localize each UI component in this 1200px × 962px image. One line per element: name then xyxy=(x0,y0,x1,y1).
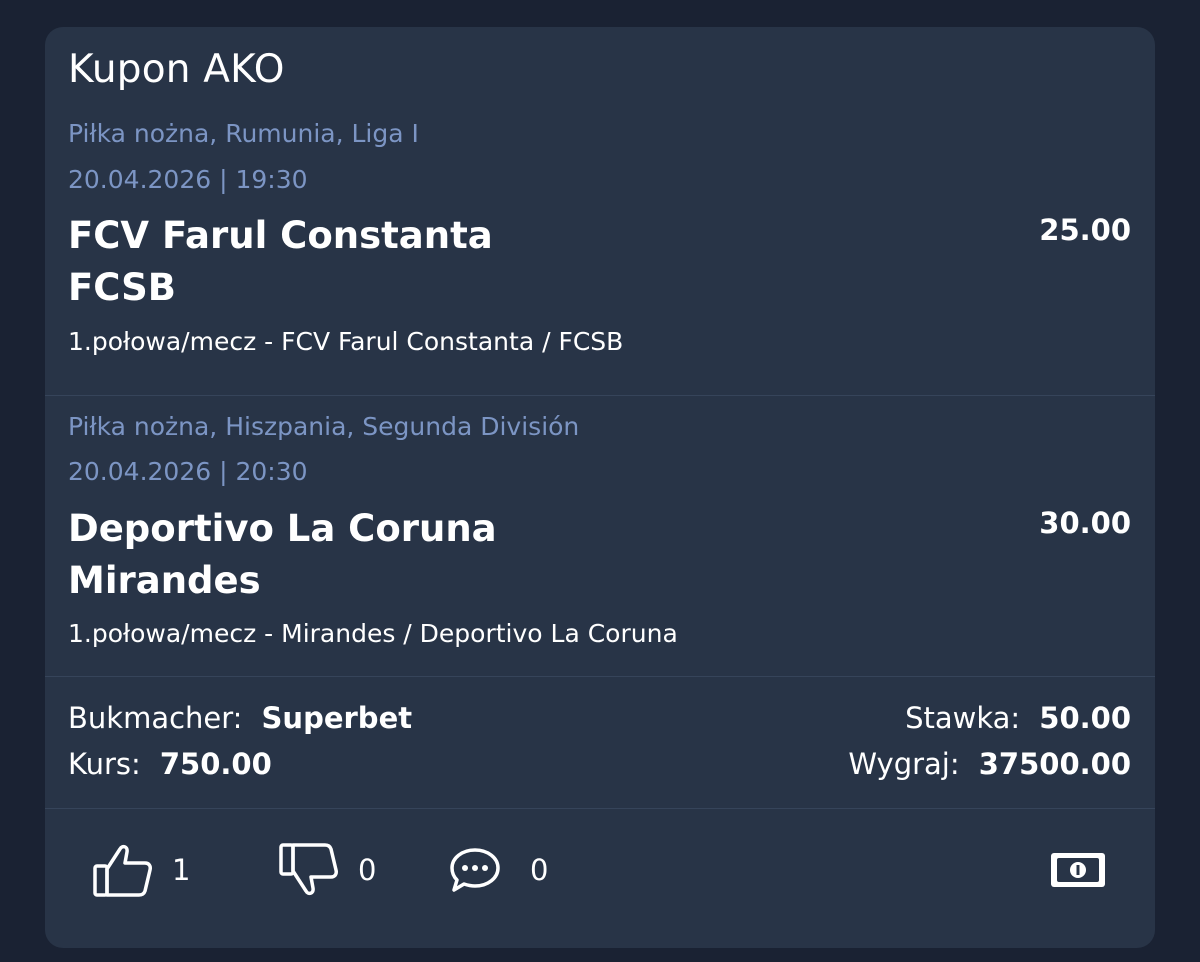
money-icon[interactable] xyxy=(1049,851,1107,889)
event-datetime: 20.04.2026 | 19:30 xyxy=(68,165,308,194)
dislike-button[interactable]: 0 xyxy=(278,835,376,905)
bookmaker-value: Superbet xyxy=(261,701,413,735)
event-teams: FCV Farul Constanta FCSB xyxy=(68,210,493,314)
comment-count: 0 xyxy=(530,853,549,887)
event-item[interactable]: Piłka nożna, Rumunia, Liga I 20.04.2026 … xyxy=(45,27,1155,395)
comment-icon[interactable] xyxy=(448,846,502,894)
bookmaker-label: Bukmacher: xyxy=(68,701,243,735)
total-odds-value: 750.00 xyxy=(159,747,272,781)
win-label: Wygraj: xyxy=(848,747,960,781)
thumbs-up-icon[interactable] xyxy=(92,842,154,898)
event-odds: 25.00 xyxy=(1039,213,1131,247)
team-home: Deportivo La Coruna xyxy=(68,507,497,550)
total-odds-label: Kurs: xyxy=(68,747,141,781)
team-home: FCV Farul Constanta xyxy=(68,214,493,257)
like-button[interactable]: 1 xyxy=(92,835,190,905)
stake-label: Stawka: xyxy=(905,701,1021,735)
bookmaker-row: Bukmacher: Superbet xyxy=(68,701,412,735)
event-sport-league: Piłka nożna, Rumunia, Liga I xyxy=(68,119,419,148)
event-item[interactable]: Piłka nożna, Hiszpania, Segunda División… xyxy=(45,395,1155,676)
event-datetime: 20.04.2026 | 20:30 xyxy=(68,457,308,486)
event-bet-description: 1.połowa/mecz - FCV Farul Constanta / FC… xyxy=(68,327,624,356)
event-sport-league: Piłka nożna, Hiszpania, Segunda División xyxy=(68,412,580,441)
stake-value: 50.00 xyxy=(1039,701,1131,735)
stake-row: Stawka: 50.00 xyxy=(905,701,1131,735)
money-button[interactable] xyxy=(1049,835,1107,905)
team-away: FCSB xyxy=(68,266,176,309)
divider xyxy=(45,808,1155,809)
win-value: 37500.00 xyxy=(978,747,1131,781)
coupon-card: Kupon AKO Piłka nożna, Rumunia, Liga I 2… xyxy=(45,27,1155,948)
team-away: Mirandes xyxy=(68,559,261,602)
event-bet-description: 1.połowa/mecz - Mirandes / Deportivo La … xyxy=(68,619,678,648)
win-row: Wygraj: 37500.00 xyxy=(848,747,1131,781)
divider xyxy=(45,676,1155,677)
event-odds: 30.00 xyxy=(1039,506,1131,540)
dislike-count: 0 xyxy=(358,853,377,887)
total-odds-row: Kurs: 750.00 xyxy=(68,747,272,781)
comment-button[interactable]: 0 xyxy=(448,835,548,905)
like-count: 1 xyxy=(172,853,191,887)
thumbs-down-icon[interactable] xyxy=(278,842,340,898)
event-teams: Deportivo La Coruna Mirandes xyxy=(68,503,497,607)
